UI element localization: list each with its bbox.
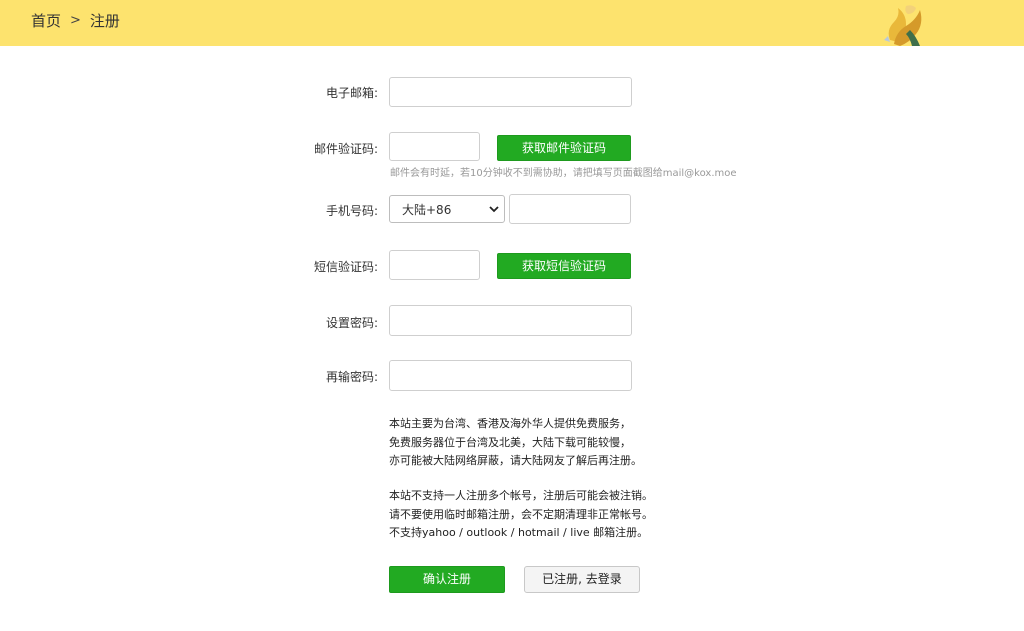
breadcrumb-separator: > (70, 13, 81, 28)
notice-line: 请不要使用临时邮箱注册，会不定期清理非正常帐号。 (389, 507, 653, 521)
email-delay-hint: 邮件会有时延，若10分钟收不到需协助，请把填写页面截图给mail@kox.moe (390, 168, 737, 179)
notice-line: 本站主要为台湾、香港及海外华人提供免费服务， (389, 417, 631, 430)
breadcrumb-home-link[interactable]: 首页 (31, 10, 61, 31)
email-code-label: 邮件验证码: (313, 142, 378, 156)
confirm-register-button[interactable]: 确认注册 (389, 566, 505, 593)
account-policy-notice: 本站不支持一人注册多个帐号，注册后可能会被注销。 请不要使用临时邮箱注册，会不定… (389, 487, 653, 543)
country-code-value: 大陆+86 (402, 202, 452, 217)
email-code-field[interactable] (389, 132, 480, 161)
phone-label: 手机号码: (325, 204, 378, 218)
password-confirm-field[interactable] (389, 360, 632, 391)
get-email-code-button[interactable]: 获取邮件验证码 (497, 135, 631, 161)
get-sms-code-button[interactable]: 获取短信验证码 (497, 253, 631, 279)
top-bar: 首页 > 注册 (0, 0, 1024, 46)
notice-line: 不支持yahoo / outlook / hotmail / live 邮箱注册… (389, 526, 649, 539)
password-field[interactable] (389, 305, 632, 336)
sms-code-label: 短信验证码: (313, 260, 378, 274)
sms-code-field[interactable] (389, 250, 480, 280)
mascot-character-icon (884, 5, 922, 46)
country-code-select[interactable]: 大陆+86 (389, 195, 505, 223)
email-label: 电子邮箱: (325, 86, 378, 100)
service-notice: 本站主要为台湾、香港及海外华人提供免费服务， 免费服务器位于台湾及北美，大陆下载… (389, 415, 642, 471)
notice-line: 免费服务器位于台湾及北美，大陆下载可能较慢， (389, 435, 631, 449)
notice-line: 亦可能被大陆网络屏蔽，请大陆网友了解后再注册。 (389, 454, 642, 467)
chevron-down-icon (484, 196, 504, 222)
breadcrumb-current: 注册 (89, 12, 120, 30)
breadcrumb: 首页 > 注册 (31, 10, 120, 31)
phone-number-field[interactable] (509, 194, 631, 224)
email-field[interactable] (389, 77, 632, 107)
password-confirm-label: 再输密码: (325, 370, 378, 384)
go-login-button[interactable]: 已注册, 去登录 (524, 566, 640, 593)
notice-line: 本站不支持一人注册多个帐号，注册后可能会被注销。 (389, 489, 653, 502)
password-label: 设置密码: (325, 316, 378, 330)
